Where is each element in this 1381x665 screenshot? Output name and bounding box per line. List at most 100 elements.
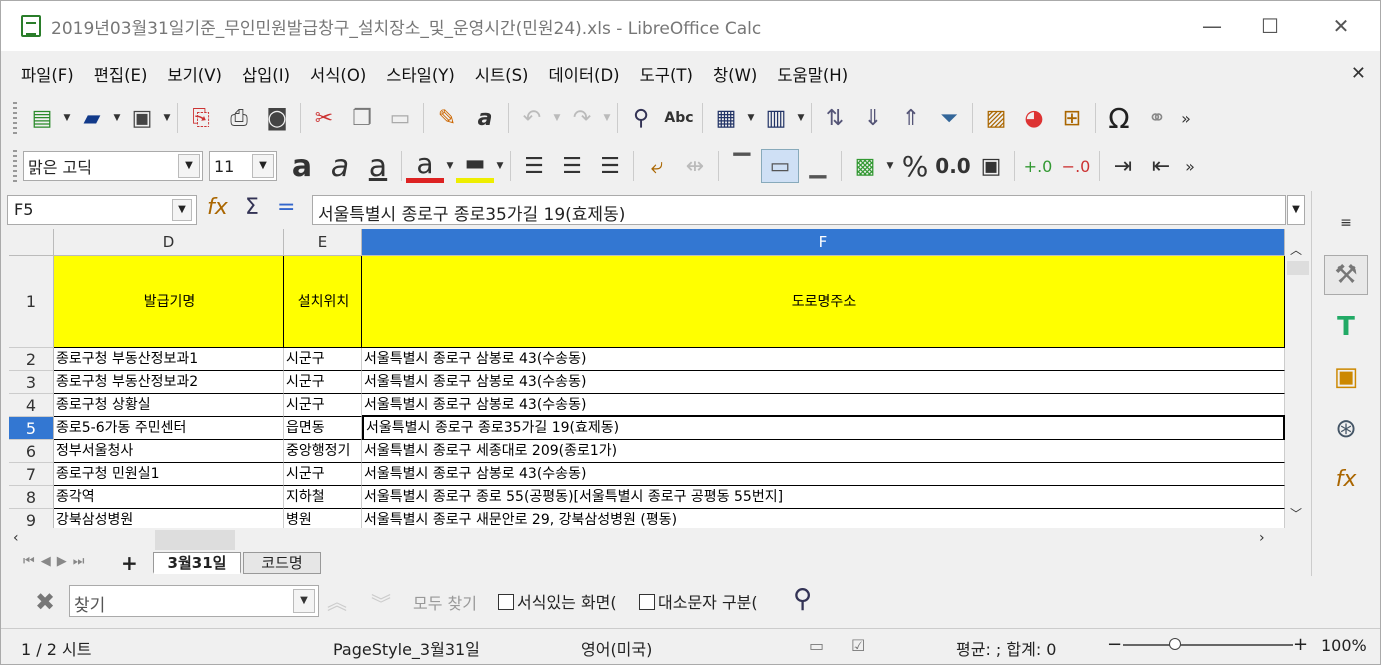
zoom-slider-knob[interactable] [1169, 638, 1181, 650]
formula-input[interactable]: 서울특별시 종로구 종로35가길 19(효제동) [312, 195, 1286, 225]
header-cell[interactable]: 발급기명 [54, 256, 284, 348]
header-cell[interactable]: 설치위치 [284, 256, 362, 348]
menu-help[interactable]: 도움말(H) [777, 62, 848, 86]
menu-insert[interactable]: 삽입(I) [242, 62, 290, 86]
corner-select-all[interactable] [9, 229, 54, 256]
row-header[interactable]: 2 [9, 348, 54, 371]
scroll-down-icon[interactable]: ﹀ [1290, 505, 1302, 522]
export-pdf-icon[interactable]: ⎘ [182, 101, 220, 135]
row-header[interactable]: 1 [9, 256, 54, 348]
new-document-icon[interactable]: ▤ [23, 101, 61, 135]
row-header[interactable]: 6 [9, 440, 54, 463]
open-dropdown-icon[interactable]: ▼ [111, 113, 123, 123]
table-cell[interactable]: 시군구 [284, 463, 362, 486]
highlight-color-icon[interactable]: ▬ [456, 149, 494, 183]
row-dropdown-icon[interactable]: ▼ [745, 113, 757, 123]
undo-icon[interactable]: ↶ [513, 101, 551, 135]
cut-icon[interactable]: ✂ [305, 101, 343, 135]
column-header-e[interactable]: E [284, 229, 362, 256]
align-right-icon[interactable]: ☰ [591, 149, 629, 183]
column-header-f[interactable]: F [362, 229, 1285, 256]
font-color-dropdown-icon[interactable]: ▼ [444, 161, 456, 171]
spelling-icon[interactable]: Abc [660, 101, 698, 135]
table-cell[interactable]: 병원 [284, 509, 362, 528]
font-size-box[interactable]: 11 ▼ [209, 151, 277, 181]
decrease-indent-icon[interactable]: ⇤ [1142, 149, 1180, 183]
increase-indent-icon[interactable]: ⇥ [1104, 149, 1142, 183]
table-cell[interactable]: 시군구 [284, 394, 362, 417]
clone-formatting-icon[interactable]: ✎ [428, 101, 466, 135]
row-header[interactable]: 9 [9, 509, 54, 528]
align-middle-icon[interactable]: ▭ [761, 149, 799, 183]
print-icon[interactable]: ⎙ [220, 101, 258, 135]
table-cell[interactable]: 종로구청 부동산정보과1 [54, 348, 284, 371]
active-cell[interactable]: 서울특별시 종로구 종로35가길 19(효제동) [362, 415, 1285, 441]
special-character-icon[interactable]: Ω [1100, 101, 1138, 135]
table-cell[interactable]: 시군구 [284, 371, 362, 394]
vertical-scrollbar[interactable]: ︿ ﹀ [1285, 229, 1311, 528]
font-name-dropdown-icon[interactable]: ▼ [178, 154, 200, 178]
formatted-display-checkbox[interactable]: 서식있는 화면( [498, 589, 617, 613]
table-cell[interactable]: 종로구청 민원실1 [54, 463, 284, 486]
menu-tools[interactable]: 도구(T) [640, 62, 693, 86]
toolbar-grip[interactable] [13, 150, 17, 182]
currency-format-icon[interactable]: ▩ [846, 149, 884, 183]
sort-descending-icon[interactable]: ⇑ [892, 101, 930, 135]
toolbar-grip[interactable] [13, 102, 17, 134]
column-dropdown-icon[interactable]: ▼ [795, 113, 807, 123]
table-cell[interactable]: 서울특별시 종로구 세종대로 209(종로1가) [362, 440, 1285, 463]
find-replace-icon[interactable]: ⚲ [622, 101, 660, 135]
navigator-icon[interactable]: ⊛ [1324, 409, 1368, 449]
menu-data[interactable]: 데이터(D) [549, 62, 620, 86]
save-icon[interactable]: ▣ [123, 101, 161, 135]
align-bottom-icon[interactable]: ▁ [799, 149, 837, 183]
sum-summary[interactable]: 평균: ; 합계: 0 [956, 636, 1057, 660]
table-cell[interactable]: 지하철 [284, 486, 362, 509]
date-format-icon[interactable]: ▣ [972, 149, 1010, 183]
menu-file[interactable]: 파일(F) [21, 62, 74, 86]
row-header[interactable]: 8 [9, 486, 54, 509]
delete-decimal-icon[interactable]: −.0 [1057, 149, 1095, 183]
find-next-icon[interactable]: ︾ [371, 588, 391, 617]
insert-image-icon[interactable]: ▨ [977, 101, 1015, 135]
page-style[interactable]: PageStyle_3월31일 [333, 636, 480, 660]
find-all-button[interactable]: 모두 찾기 [413, 590, 477, 614]
underline-icon[interactable]: a [359, 149, 397, 184]
name-box-dropdown-icon[interactable]: ▼ [172, 199, 192, 221]
table-cell[interactable]: 서울특별시 종로구 삼봉로 43(수송동) [362, 394, 1285, 417]
function-wizard-icon[interactable]: fx [207, 195, 228, 220]
open-folder-icon[interactable]: ▰ [73, 101, 111, 135]
sidebar-menu-icon[interactable]: ≡ [1324, 203, 1368, 243]
row-header[interactable]: 3 [9, 371, 54, 394]
find-dropdown-icon[interactable]: ▼ [293, 589, 315, 613]
scroll-left-icon[interactable]: ‹ [13, 530, 19, 546]
header-cell[interactable]: 도로명주소 [362, 256, 1285, 348]
table-cell[interactable]: 서울특별시 종로구 삼봉로 43(수송동) [362, 348, 1285, 371]
table-cell[interactable]: 서울특별시 종로구 새문안로 29, 강북삼성병원 (평동) [362, 509, 1285, 528]
new-dropdown-icon[interactable]: ▼ [61, 113, 73, 123]
table-cell[interactable]: 종로구청 부동산정보과2 [54, 371, 284, 394]
menu-edit[interactable]: 편집(E) [94, 62, 148, 86]
pivot-table-icon[interactable]: ⊞ [1053, 101, 1091, 135]
redo-icon[interactable]: ↷ [563, 101, 601, 135]
table-cell[interactable]: 서울특별시 종로구 삼봉로 43(수송동) [362, 463, 1285, 486]
table-cell[interactable]: 서울특별시 종로구 삼봉로 43(수송동) [362, 371, 1285, 394]
align-center-icon[interactable]: ☰ [553, 149, 591, 183]
maximize-button[interactable]: ☐ [1255, 15, 1285, 39]
table-cell[interactable]: 읍면동 [284, 417, 362, 440]
undo-dropdown-icon[interactable]: ▼ [551, 113, 563, 123]
insert-chart-icon[interactable]: ◕ [1015, 101, 1053, 135]
align-top-icon[interactable]: ▔ [723, 149, 761, 183]
spreadsheet-grid[interactable]: D E F 1 발급기명 설치위치 도로명주소 2 종로구청 부동산정보과1 시… [9, 229, 1285, 528]
sort-ascending-icon[interactable]: ⇓ [854, 101, 892, 135]
minimize-button[interactable]: — [1197, 15, 1227, 39]
autofilter-icon[interactable]: ⏷ [930, 101, 968, 135]
add-decimal-icon[interactable]: +.0 [1019, 149, 1057, 183]
column-header-d[interactable]: D [54, 229, 284, 256]
merge-cells-icon[interactable]: ⇹ [676, 149, 714, 183]
font-name-box[interactable]: 맑은 고딕 ▼ [23, 151, 203, 181]
currency-dropdown-icon[interactable]: ▼ [884, 161, 896, 171]
language[interactable]: 영어(미국) [581, 636, 652, 660]
find-replace-dialog-icon[interactable]: ⚲ [793, 584, 812, 614]
sheet-tab-active[interactable]: 3월31일 [153, 552, 241, 574]
